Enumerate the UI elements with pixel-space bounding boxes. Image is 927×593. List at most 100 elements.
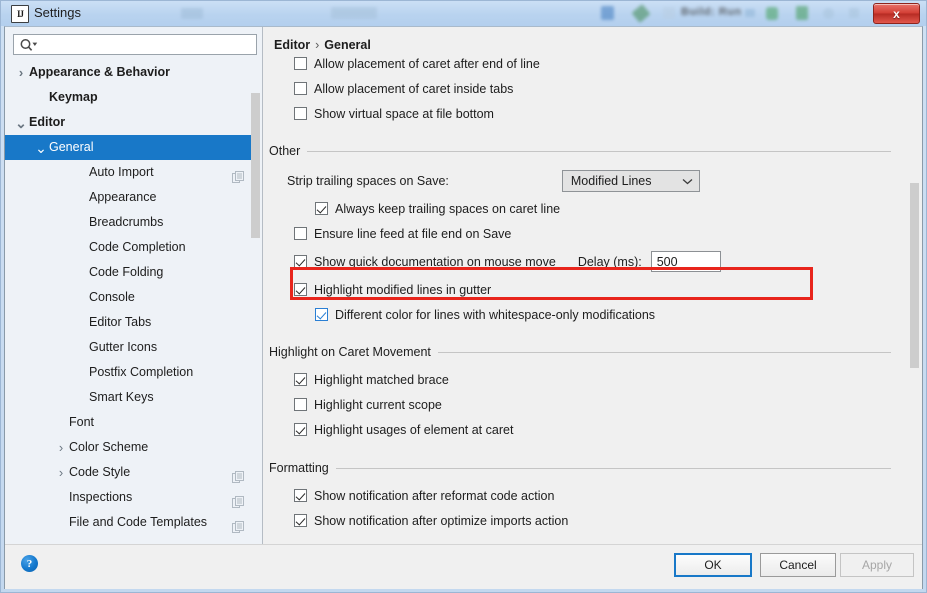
sidebar-item-label: Font [69,415,94,429]
sidebar-item-appearance[interactable]: Appearance [5,185,261,210]
sidebar-item-code-completion[interactable]: Code Completion [5,235,261,260]
sidebar-item-font[interactable]: Font [5,410,261,435]
option-label: Highlight current scope [314,398,442,412]
sidebar-item-breadcrumbs[interactable]: Breadcrumbs [5,210,261,235]
window-title: Settings [34,5,81,20]
sidebar-item-inspections[interactable]: Inspections [5,485,261,510]
breadcrumb-parent[interactable]: Editor [274,38,310,52]
option-row-notify-reformat[interactable]: Show notification after reformat code ac… [294,483,904,508]
sidebar-item-label: Smart Keys [89,390,154,404]
chevron-right-icon[interactable]: › [13,60,29,85]
chevron-down-icon[interactable]: ⌄ [13,114,29,132]
close-button[interactable]: x [873,3,920,24]
settings-tree[interactable]: ›Appearance & Behavior Keymap⌄Editor⌄Gen… [5,60,261,544]
option-row-highlight-current-scope[interactable]: Highlight current scope [294,392,904,417]
sidebar-item-label: Editor [29,115,65,129]
detail-scrollbar-thumb[interactable] [910,183,919,368]
option-label: Different color for lines with whitespac… [335,308,655,322]
search-input[interactable] [40,35,256,56]
checkbox-caret-inside-tabs[interactable] [294,82,307,95]
copy-settings-icon[interactable] [232,492,244,504]
option-row-different-color-whitespace[interactable]: Different color for lines with whitespac… [315,302,904,327]
sidebar-item-auto-import[interactable]: Auto Import [5,160,261,185]
breadcrumb-separator-icon: › [315,38,319,52]
ok-button[interactable]: OK [674,553,752,577]
sidebar-item-file-and-code-templates[interactable]: File and Code Templates [5,510,261,535]
chevron-down-icon [677,178,699,185]
chevron-down-icon[interactable]: ⌄ [33,139,49,157]
checkbox-highlight-current-scope[interactable] [294,398,307,411]
copy-settings-icon[interactable] [232,167,244,179]
option-row-caret-after-eol[interactable]: Allow placement of caret after end of li… [294,56,904,76]
ghost-icon-6 [849,8,859,18]
settings-detail-pane: Editor›General Allow placement of caret … [264,27,922,544]
checkbox-caret-after-eol[interactable] [294,57,307,70]
sidebar-item-appearance-behavior[interactable]: ›Appearance & Behavior [5,60,261,85]
sidebar-item-editor[interactable]: ⌄Editor [5,110,261,135]
search-icon [19,38,39,52]
settings-window: IJ Settings Build: Run x [0,0,927,593]
option-row-ensure-line-feed[interactable]: Ensure line feed at file end on Save [294,221,904,246]
option-row-highlight-matched-brace[interactable]: Highlight matched brace [294,367,904,392]
sidebar-item-code-folding[interactable]: Code Folding [5,260,261,285]
strip-trailing-spaces-value: Modified Lines [563,174,677,188]
sidebar-item-keymap[interactable]: Keymap [5,85,261,110]
search-box[interactable] [13,34,257,55]
option-label: Ensure line feed at file end on Save [314,227,511,241]
ghost-config-text: Build: Run [681,6,742,18]
ghost-coverage-icon [796,6,808,20]
tree-spacer [73,260,89,285]
sidebar-item-label: Inspections [69,490,132,504]
checkbox-virtual-space-bottom[interactable] [294,107,307,120]
checkbox-always-keep-trailing[interactable] [315,202,328,215]
option-row-caret-inside-tabs[interactable]: Allow placement of caret inside tabs [294,76,904,101]
option-row-always-keep-trailing[interactable]: Always keep trailing spaces on caret lin… [315,196,904,221]
section-title: Highlight on Caret Movement [269,345,438,359]
option-label: Highlight matched brace [314,373,449,387]
option-row-highlight-modified-lines[interactable]: Highlight modified lines in gutter [294,277,904,302]
sidebar-item-postfix-completion[interactable]: Postfix Completion [5,360,261,385]
section-divider [307,151,891,152]
option-row-virtual-space-bottom[interactable]: Show virtual space at file bottom [294,101,904,126]
sidebar-item-label: Code Style [69,465,130,479]
sidebar-item-color-scheme[interactable]: ›Color Scheme [5,435,261,460]
checkbox-notify-reformat[interactable] [294,489,307,502]
checkbox-highlight-usages[interactable] [294,423,307,436]
checkbox-different-color-whitespace[interactable] [315,308,328,321]
checkbox-notify-optimize-imports[interactable] [294,514,307,527]
copy-settings-icon[interactable] [232,517,244,529]
sidebar-item-gutter-icons[interactable]: Gutter Icons [5,335,261,360]
sidebar-item-smart-keys[interactable]: Smart Keys [5,385,261,410]
delay-input[interactable] [651,251,721,272]
sidebar-item-label: Code Completion [89,240,186,254]
copy-settings-icon[interactable] [232,467,244,479]
sidebar-item-label: Keymap [49,90,98,104]
quick-documentation-row[interactable]: Show quick documentation on mouse move D… [294,246,904,277]
cancel-button[interactable]: Cancel [760,553,836,577]
checkbox-show-quick-documentation[interactable] [294,255,307,268]
option-label: Show notification after reformat code ac… [314,489,554,503]
sidebar-scrollbar-track[interactable] [252,60,261,544]
checkbox-ensure-line-feed[interactable] [294,227,307,240]
detail-scrollbar-track[interactable] [911,56,921,544]
option-row-notify-optimize-imports[interactable]: Show notification after optimize imports… [294,508,904,533]
tree-spacer [73,310,89,335]
sidebar-item-editor-tabs[interactable]: Editor Tabs [5,310,261,335]
ghost-icon-2 [331,7,377,19]
chevron-right-icon[interactable]: › [53,435,69,460]
chevron-right-icon[interactable]: › [53,460,69,485]
sidebar-item-label: Code Folding [89,265,163,279]
checkbox-highlight-modified-lines[interactable] [294,283,307,296]
delay-label: Delay (ms): [578,255,642,269]
option-row-highlight-usages[interactable]: Highlight usages of element at caret [294,417,904,442]
tree-spacer [73,210,89,235]
help-icon[interactable]: ? [21,555,38,572]
sidebar-item-console[interactable]: Console [5,285,261,310]
sidebar-item-code-style[interactable]: ›Code Style [5,460,261,485]
option-label: Show notification after optimize imports… [314,514,568,528]
breadcrumb: Editor›General [274,38,371,52]
strip-trailing-spaces-select[interactable]: Modified Lines [562,170,700,192]
checkbox-highlight-matched-brace[interactable] [294,373,307,386]
sidebar-scrollbar-thumb[interactable] [251,93,260,238]
sidebar-item-general[interactable]: ⌄General [5,135,261,160]
